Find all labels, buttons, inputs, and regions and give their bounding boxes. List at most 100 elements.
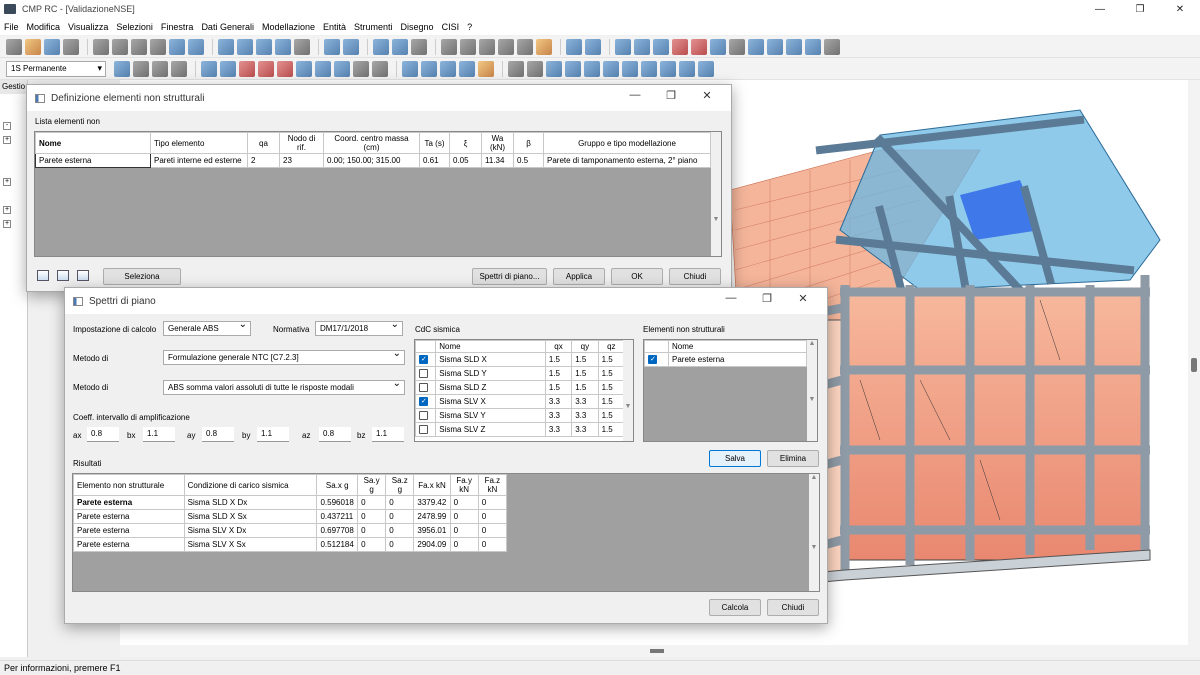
cell[interactable]: 2 [247, 153, 280, 168]
seleziona-button[interactable]: Seleziona [103, 268, 181, 285]
res-col-saz[interactable]: Sa.z g [385, 474, 415, 496]
zoom-out-icon[interactable] [498, 38, 514, 55]
frame-icon[interactable] [324, 38, 340, 55]
col-gruppo[interactable]: Gruppo e tipo modellazione [543, 132, 711, 154]
az-input[interactable]: 0.8 [319, 427, 351, 442]
pencil-icon[interactable] [402, 60, 418, 77]
rotate-icon[interactable] [392, 38, 408, 55]
col-wa[interactable]: Wa (kN) [481, 132, 514, 154]
pan-icon[interactable] [527, 60, 543, 77]
normativa-select[interactable]: DM17/1/2018 [315, 321, 403, 336]
res-col-fax[interactable]: Fa.x kN [413, 474, 451, 496]
multi-select-icon[interactable] [171, 60, 187, 77]
tree-view-icon[interactable] [57, 270, 69, 281]
cdc-row[interactable]: Sisma SLD X1.51.51.5 [415, 352, 626, 367]
zoom-in-icon[interactable] [479, 38, 495, 55]
eraser-icon[interactable] [150, 38, 166, 55]
open-folder-icon[interactable] [25, 38, 41, 55]
select-icon[interactable] [114, 60, 130, 77]
cdc-row[interactable]: Sisma SLD Z 1.5 1.5 1.5 [415, 380, 626, 395]
spettri-button[interactable]: Spettri di piano... [472, 268, 547, 285]
orbit-icon[interactable] [603, 60, 619, 77]
filter-f-icon[interactable] [296, 60, 312, 77]
new-file-icon[interactable] [6, 38, 22, 55]
node-icon[interactable] [218, 38, 234, 55]
cdc-row[interactable]: Sisma SLV Y 3.3 3.3 1.5 [415, 408, 626, 423]
view-front-icon[interactable] [653, 38, 669, 55]
filter-d-icon[interactable] [258, 60, 274, 77]
ens-scrollbar[interactable]: ▲ ▼ [807, 340, 817, 441]
elimina-button[interactable]: Elimina [767, 450, 819, 467]
close-button[interactable]: ✕ [785, 292, 821, 305]
row-checkbox[interactable] [648, 355, 657, 365]
ay-input[interactable]: 0.8 [202, 427, 234, 442]
chiudi-button[interactable]: Chiudi [767, 599, 819, 616]
mirror-icon[interactable] [411, 38, 427, 55]
cube-solid-icon[interactable] [565, 60, 581, 77]
bx-input[interactable]: 1.1 [143, 427, 175, 442]
scroll-thumb[interactable] [1191, 358, 1197, 372]
menu-entita[interactable]: Entità [323, 22, 346, 32]
bz-input[interactable]: 1.1 [372, 427, 404, 442]
scroll-thumb[interactable] [650, 649, 664, 653]
cdc-row[interactable]: Sisma SLV X3.33.31.5 [415, 394, 626, 409]
cell[interactable]: 0.5 [513, 153, 544, 168]
table-row[interactable]: Parete esterna Pareti interne ed esterne… [35, 153, 711, 168]
menu-selezioni[interactable]: Selezioni [116, 22, 153, 32]
menu-modifica[interactable]: Modifica [27, 22, 61, 32]
cell[interactable]: Parete esterna [35, 153, 151, 168]
copy-icon[interactable] [112, 38, 128, 55]
hinge-icon[interactable] [691, 38, 707, 55]
wire-icon[interactable] [459, 60, 475, 77]
row-checkbox[interactable] [419, 383, 428, 393]
building-icon[interactable] [294, 38, 310, 55]
col-ta[interactable]: Ta (s) [419, 132, 450, 154]
chiudi-button[interactable]: Chiudi [669, 268, 721, 285]
cdc-scrollbar[interactable]: ▼ [623, 340, 633, 441]
restore-button[interactable]: ❐ [1120, 0, 1160, 18]
res-col-condizione[interactable]: Condizione di carico sismica [183, 474, 318, 496]
filter-h-icon[interactable] [334, 60, 350, 77]
sun-icon[interactable] [478, 60, 494, 77]
filter-c-icon[interactable] [239, 60, 255, 77]
col-tipo[interactable]: Tipo elemento [150, 132, 248, 154]
zoom-icon[interactable] [441, 38, 457, 55]
table-row[interactable]: Parete esterna Sisma SLV X Dx 0.697708 0 0 39… [73, 523, 508, 538]
restore-button[interactable]: ❐ [749, 292, 785, 305]
col-xi[interactable]: ξ [449, 132, 482, 154]
cell[interactable]: 23 [279, 153, 324, 168]
tree-expand-icon[interactable]: + [3, 206, 11, 214]
table-row[interactable]: Parete esterna Sisma SLD X Dx 0.596018 0 0 33… [73, 495, 508, 510]
calcola-button[interactable]: Calcola [709, 599, 761, 616]
lock-icon[interactable] [353, 60, 369, 77]
metodo2-select[interactable]: ABS somma valori assoluti di tutte le ri… [163, 380, 405, 395]
menu-modellazione[interactable]: Modellazione [262, 22, 315, 32]
row-checkbox[interactable] [419, 369, 428, 379]
cdc-col-qx[interactable]: qx [544, 340, 573, 353]
row-checkbox[interactable] [419, 411, 428, 421]
redo-icon[interactable] [188, 38, 204, 55]
close-button[interactable]: ✕ [689, 89, 725, 102]
beam-icon[interactable] [237, 38, 253, 55]
pillar-icon[interactable] [256, 38, 272, 55]
tree-expand-icon[interactable]: - [3, 122, 11, 130]
restore-button[interactable]: ❐ [653, 89, 689, 102]
rotate-x-icon[interactable] [622, 60, 638, 77]
ens-col-nome[interactable]: Nome [668, 340, 807, 353]
tree-expand-icon[interactable]: + [3, 178, 11, 186]
tree-expand-icon[interactable]: + [3, 220, 11, 228]
cell[interactable]: Pareti interne ed esterne [150, 153, 248, 168]
node-select-icon[interactable] [710, 38, 726, 55]
menu-strumenti[interactable]: Strumenti [354, 22, 393, 32]
grid-select-icon[interactable] [152, 60, 168, 77]
measure-icon[interactable] [536, 38, 552, 55]
section-icon[interactable] [672, 38, 688, 55]
render-icon[interactable] [440, 60, 456, 77]
window-select-icon[interactable] [133, 60, 149, 77]
grid-icon[interactable] [805, 38, 821, 55]
filter-e-icon[interactable] [277, 60, 293, 77]
menu-help[interactable]: ? [467, 22, 472, 32]
left-panel-tab[interactable]: Gestio [0, 80, 27, 94]
results-scrollbar[interactable]: ▲ ▼ [809, 474, 819, 591]
cdc-col-qz[interactable]: qz [597, 340, 626, 353]
